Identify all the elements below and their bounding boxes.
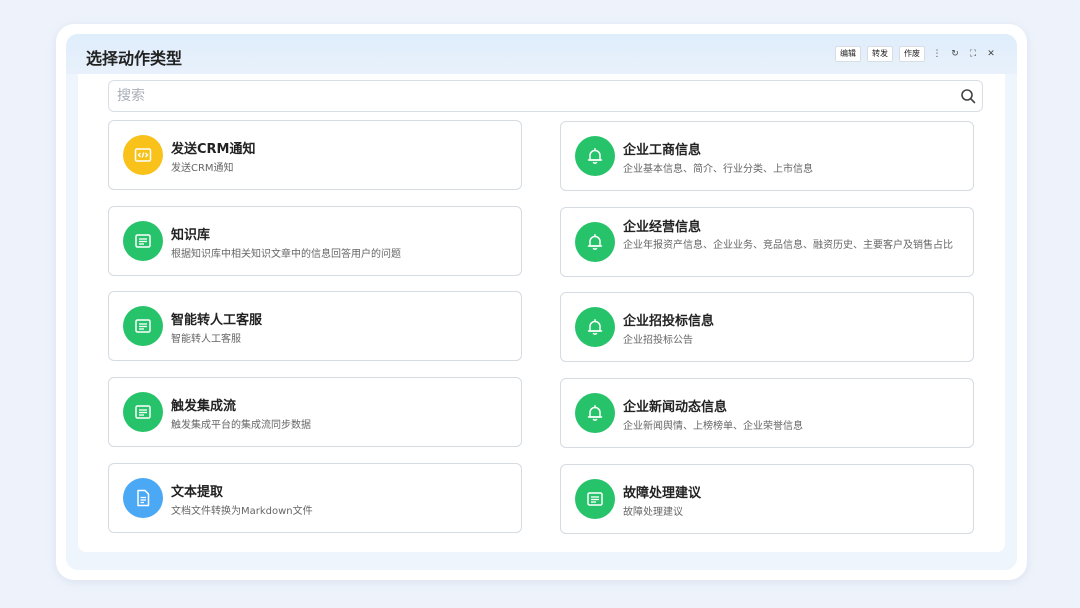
action-card-bidding-info[interactable]: 企业招投标信息 企业招投标公告 [560, 292, 974, 362]
action-card-text-extract[interactable]: 文本提取 文档文件转换为Markdown文件 [108, 463, 522, 533]
card-icon-bg [123, 306, 163, 346]
card-title: 文本提取 [171, 485, 224, 500]
action-card-fault-suggestion[interactable]: 故障处理建议 故障处理建议 [560, 464, 974, 534]
action-card-news-info[interactable]: 企业新闻动态信息 企业新闻舆情、上榜榜单、企业荣誉信息 [560, 378, 974, 448]
card-title: 知识库 [171, 228, 211, 243]
code-icon [134, 148, 152, 162]
card-icon-bg [123, 221, 163, 261]
card-title: 触发集成流 [171, 399, 237, 414]
card-title: 企业经营信息 [623, 220, 702, 235]
list-icon [135, 405, 151, 419]
card-title: 企业招投标信息 [623, 314, 715, 329]
list-icon [135, 319, 151, 333]
list-icon [135, 234, 151, 248]
card-desc: 故障处理建议 [623, 507, 683, 518]
bell-icon [587, 148, 603, 164]
more-icon[interactable]: ⋮ [931, 47, 943, 61]
card-desc: 根据知识库中相关知识文章中的信息回答用户的问题 [171, 249, 401, 260]
search-icon[interactable] [960, 88, 976, 104]
card-icon-bg [123, 135, 163, 175]
card-icon-bg [575, 393, 615, 433]
action-card-send-crm[interactable]: 发送CRM通知 发送CRM通知 [108, 120, 522, 190]
card-icon-bg [575, 136, 615, 176]
search-input[interactable] [117, 81, 947, 111]
dialog-window: 选择动作类型 编辑 转发 作废 ⋮ ↻ ⛶ ✕ 搜索 发送CRM通知 发送CRM… [66, 34, 1017, 570]
void-button[interactable]: 作废 [899, 46, 925, 62]
action-card-operation-info[interactable]: 企业经营信息 企业年报资产信息、企业业务、竞品信息、融资历史、主要客户及销售占比 [560, 207, 974, 277]
card-icon-bg [575, 479, 615, 519]
close-icon[interactable]: ✕ [985, 47, 997, 61]
card-desc: 文档文件转换为Markdown文件 [171, 506, 313, 517]
card-desc: 智能转人工客服 [171, 334, 241, 345]
title-bar: 选择动作类型 编辑 转发 作废 ⋮ ↻ ⛶ ✕ [66, 34, 1017, 74]
card-desc: 发送CRM通知 [171, 163, 234, 174]
dialog-title: 选择动作类型 [86, 49, 183, 68]
action-card-integration-flow[interactable]: 触发集成流 触发集成平台的集成流同步数据 [108, 377, 522, 447]
card-desc: 企业新闻舆情、上榜榜单、企业荣誉信息 [623, 421, 803, 432]
document-icon [137, 489, 150, 507]
title-actions: 编辑 转发 作废 ⋮ ↻ ⛶ ✕ [835, 46, 997, 62]
card-title: 发送CRM通知 [171, 142, 256, 157]
card-desc: 触发集成平台的集成流同步数据 [171, 420, 311, 431]
card-icon-bg [123, 478, 163, 518]
edit-button[interactable]: 编辑 [835, 46, 861, 62]
refresh-icon[interactable]: ↻ [949, 47, 961, 61]
card-icon-bg [123, 392, 163, 432]
action-panel: 发送CRM通知 发送CRM通知 知识库 根据知识库中相关知识文章中的信息回答用户… [78, 74, 1005, 552]
card-desc: 企业招投标公告 [623, 335, 693, 346]
card-title: 智能转人工客服 [171, 313, 263, 328]
action-card-human-agent[interactable]: 智能转人工客服 智能转人工客服 [108, 291, 522, 361]
card-icon-bg [575, 222, 615, 262]
bell-icon [587, 319, 603, 335]
card-title: 故障处理建议 [623, 486, 702, 501]
bell-icon [587, 405, 603, 421]
action-card-knowledge-base[interactable]: 知识库 根据知识库中相关知识文章中的信息回答用户的问题 [108, 206, 522, 276]
search-box[interactable] [108, 80, 983, 112]
card-desc: 企业基本信息、简介、行业分类、上市信息 [623, 164, 813, 175]
card-title: 企业新闻动态信息 [623, 400, 728, 415]
card-icon-bg [575, 307, 615, 347]
forward-button[interactable]: 转发 [867, 46, 893, 62]
card-title: 企业工商信息 [623, 143, 702, 158]
list-icon [587, 492, 603, 506]
maximize-icon[interactable]: ⛶ [967, 47, 979, 61]
card-desc: 企业年报资产信息、企业业务、竞品信息、融资历史、主要客户及销售占比 [623, 240, 953, 251]
action-card-business-info[interactable]: 企业工商信息 企业基本信息、简介、行业分类、上市信息 [560, 121, 974, 191]
app-frame: 选择动作类型 编辑 转发 作废 ⋮ ↻ ⛶ ✕ 搜索 发送CRM通知 发送CRM… [56, 24, 1027, 580]
bell-icon [587, 234, 603, 250]
